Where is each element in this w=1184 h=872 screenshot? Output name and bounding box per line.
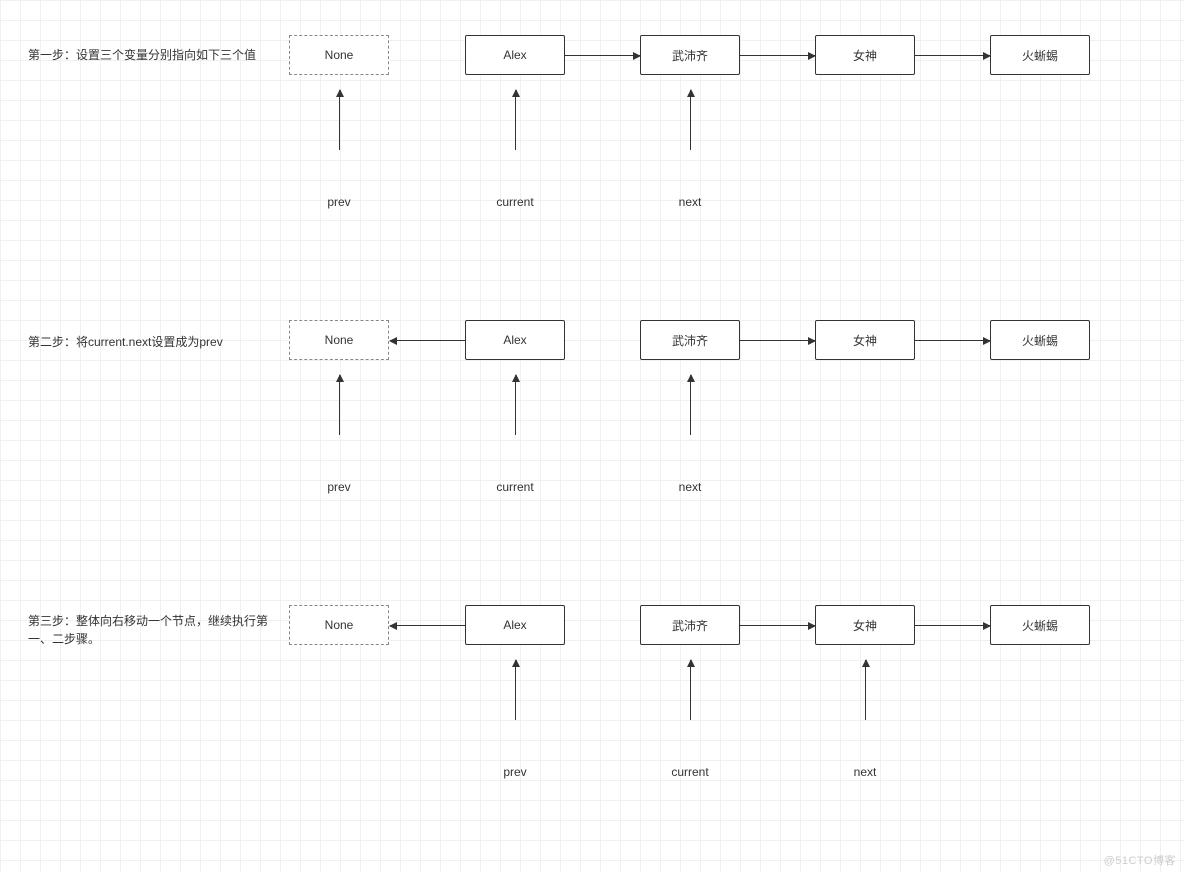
node-none-3: None bbox=[289, 605, 389, 645]
pointer-arrow bbox=[690, 375, 691, 435]
node-none-1: None bbox=[289, 35, 389, 75]
node-n4-2: 火蜥蜴 bbox=[990, 320, 1090, 360]
node-text: None bbox=[325, 618, 354, 632]
node-n3-2: 女神 bbox=[815, 320, 915, 360]
pointer-label-current: current bbox=[496, 480, 533, 494]
step-2-label: 第二步：将current.next设置成为prev bbox=[28, 333, 288, 351]
pointer-label-current: current bbox=[496, 195, 533, 209]
pointer-label-next: next bbox=[679, 480, 702, 494]
node-text: 武沛齐 bbox=[672, 617, 708, 634]
link-arrow bbox=[740, 55, 815, 56]
node-n2-1: 武沛齐 bbox=[640, 35, 740, 75]
node-n4-1: 火蜥蜴 bbox=[990, 35, 1090, 75]
node-text: 武沛齐 bbox=[672, 332, 708, 349]
pointer-label-prev: prev bbox=[327, 195, 350, 209]
pointer-arrow bbox=[515, 660, 516, 720]
pointer-arrow bbox=[339, 90, 340, 150]
node-n3-1: 女神 bbox=[815, 35, 915, 75]
node-n3-3: 女神 bbox=[815, 605, 915, 645]
node-n4-3: 火蜥蜴 bbox=[990, 605, 1090, 645]
pointer-arrow bbox=[515, 90, 516, 150]
node-text: Alex bbox=[503, 333, 526, 347]
node-text: None bbox=[325, 333, 354, 347]
node-text: 火蜥蜴 bbox=[1022, 332, 1058, 349]
pointer-arrow bbox=[865, 660, 866, 720]
node-n2-2: 武沛齐 bbox=[640, 320, 740, 360]
grid-background bbox=[0, 0, 1184, 872]
link-arrow bbox=[740, 340, 815, 341]
pointer-arrow bbox=[690, 90, 691, 150]
pointer-arrow bbox=[339, 375, 340, 435]
node-text: Alex bbox=[503, 48, 526, 62]
node-text: Alex bbox=[503, 618, 526, 632]
pointer-arrow bbox=[690, 660, 691, 720]
node-text: 女神 bbox=[853, 617, 877, 634]
pointer-arrow bbox=[515, 375, 516, 435]
step-3-label: 第三步：整体向右移动一个节点，继续执行第一、二步骤。 bbox=[28, 612, 288, 648]
node-n2-3: 武沛齐 bbox=[640, 605, 740, 645]
pointer-label-prev: prev bbox=[503, 765, 526, 779]
node-none-2: None bbox=[289, 320, 389, 360]
pointer-label-current: current bbox=[671, 765, 708, 779]
link-arrow bbox=[390, 340, 465, 341]
node-text: None bbox=[325, 48, 354, 62]
link-arrow bbox=[915, 55, 990, 56]
link-arrow bbox=[390, 625, 465, 626]
pointer-label-next: next bbox=[679, 195, 702, 209]
node-text: 火蜥蜴 bbox=[1022, 47, 1058, 64]
node-text: 女神 bbox=[853, 332, 877, 349]
pointer-label-prev: prev bbox=[327, 480, 350, 494]
watermark: @51CTO博客 bbox=[1104, 852, 1176, 868]
link-arrow bbox=[915, 625, 990, 626]
link-arrow bbox=[740, 625, 815, 626]
node-text: 武沛齐 bbox=[672, 47, 708, 64]
node-alex-3: Alex bbox=[465, 605, 565, 645]
link-arrow bbox=[915, 340, 990, 341]
step-1-label: 第一步：设置三个变量分别指向如下三个值 bbox=[28, 46, 288, 64]
node-alex-1: Alex bbox=[465, 35, 565, 75]
pointer-label-next: next bbox=[854, 765, 877, 779]
node-text: 女神 bbox=[853, 47, 877, 64]
node-text: 火蜥蜴 bbox=[1022, 617, 1058, 634]
node-alex-2: Alex bbox=[465, 320, 565, 360]
link-arrow bbox=[565, 55, 640, 56]
